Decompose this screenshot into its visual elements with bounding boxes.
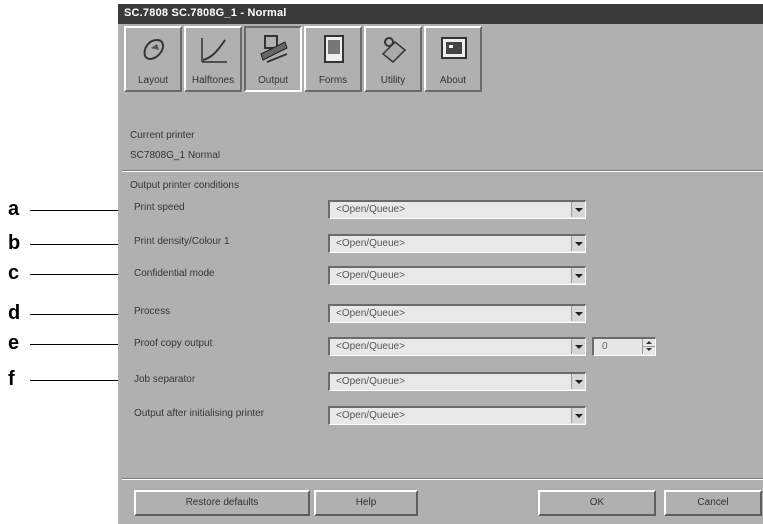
- printer-properties-dialog: SC.7808 SC.7808G_1 - Normal Layout Halft…: [118, 4, 763, 524]
- chevron-down-icon[interactable]: [571, 339, 585, 354]
- print-speed-label: Print speed: [134, 202, 185, 213]
- about-icon: [441, 37, 467, 59]
- print-density-label: Print density/Colour 1: [134, 236, 230, 247]
- proof-copy-output-select[interactable]: <Open/Queue>: [328, 337, 586, 356]
- output-conditions-heading: Output printer conditions: [130, 180, 239, 191]
- current-printer-label: Current printer: [130, 130, 195, 141]
- chevron-down-icon[interactable]: [571, 306, 585, 321]
- callout-letter: c: [8, 262, 20, 284]
- tab-about[interactable]: About: [424, 26, 482, 92]
- chevron-down-icon[interactable]: [571, 374, 585, 389]
- callout-letter: a: [8, 198, 20, 220]
- restore-defaults-button[interactable]: Restore defaults: [134, 490, 310, 516]
- decrement-icon[interactable]: [643, 347, 655, 354]
- select-value: <Open/Queue>: [336, 308, 405, 319]
- process-label: Process: [134, 306, 171, 317]
- layout-icon: [143, 38, 165, 60]
- chevron-down-icon[interactable]: [571, 202, 585, 217]
- output-icon: [260, 35, 288, 63]
- halftone-curve-icon: [201, 38, 227, 63]
- job-separator-label: Job separator: [134, 374, 196, 385]
- divider: [122, 478, 763, 480]
- proof-copy-output-label: Proof copy output: [134, 338, 213, 349]
- tab-halftones[interactable]: Halftones: [184, 26, 242, 92]
- select-value: <Open/Queue>: [336, 410, 405, 421]
- forms-icon: [324, 35, 344, 63]
- callout-letter: b: [8, 232, 21, 254]
- proof-copies-stepper[interactable]: 0: [592, 337, 656, 356]
- tab-label: About: [439, 75, 467, 86]
- select-value: <Open/Queue>: [336, 270, 405, 281]
- cancel-button[interactable]: Cancel: [664, 490, 762, 516]
- stepper-value: 0: [602, 341, 608, 352]
- tab-label: Layout: [137, 75, 169, 86]
- utility-icon: [381, 37, 407, 64]
- help-button[interactable]: Help: [314, 490, 418, 516]
- tab-label: Output: [257, 75, 289, 86]
- tab-utility[interactable]: Utility: [364, 26, 422, 92]
- output-after-init-label: Output after initialising printer: [134, 408, 265, 419]
- title-bar[interactable]: SC.7808 SC.7808G_1 - Normal: [118, 4, 763, 24]
- toolbar-tabs: Layout Halftones Output Forms Utility Ab…: [122, 26, 622, 94]
- process-select[interactable]: <Open/Queue>: [328, 304, 586, 323]
- current-printer-value: SC7808G_1 Normal: [130, 150, 221, 161]
- select-value: <Open/Queue>: [336, 341, 405, 352]
- output-after-init-select[interactable]: <Open/Queue>: [328, 406, 586, 425]
- callout-letter: d: [8, 302, 21, 324]
- tab-forms[interactable]: Forms: [304, 26, 362, 92]
- chevron-down-icon[interactable]: [571, 408, 585, 423]
- ok-button[interactable]: OK: [538, 490, 656, 516]
- print-speed-select[interactable]: <Open/Queue>: [328, 200, 586, 219]
- tab-output[interactable]: Output: [244, 26, 302, 92]
- print-density-select[interactable]: <Open/Queue>: [328, 234, 586, 253]
- tab-label: Utility: [380, 75, 406, 86]
- increment-icon[interactable]: [643, 339, 655, 347]
- select-value: <Open/Queue>: [336, 376, 405, 387]
- callout-letter: f: [8, 368, 15, 390]
- stepper-arrows: [642, 339, 655, 354]
- tab-label: Forms: [318, 75, 348, 86]
- chevron-down-icon[interactable]: [571, 268, 585, 283]
- select-value: <Open/Queue>: [336, 204, 405, 215]
- tab-label: Halftones: [191, 75, 235, 86]
- confidential-mode-label: Confidential mode: [134, 268, 215, 279]
- chevron-down-icon[interactable]: [571, 236, 585, 251]
- window-title: SC.7808 SC.7808G_1 - Normal: [124, 7, 287, 19]
- select-value: <Open/Queue>: [336, 238, 405, 249]
- job-separator-select[interactable]: <Open/Queue>: [328, 372, 586, 391]
- confidential-mode-select[interactable]: <Open/Queue>: [328, 266, 586, 285]
- tab-layout[interactable]: Layout: [124, 26, 182, 92]
- callout-letter: e: [8, 332, 20, 354]
- divider: [122, 170, 763, 172]
